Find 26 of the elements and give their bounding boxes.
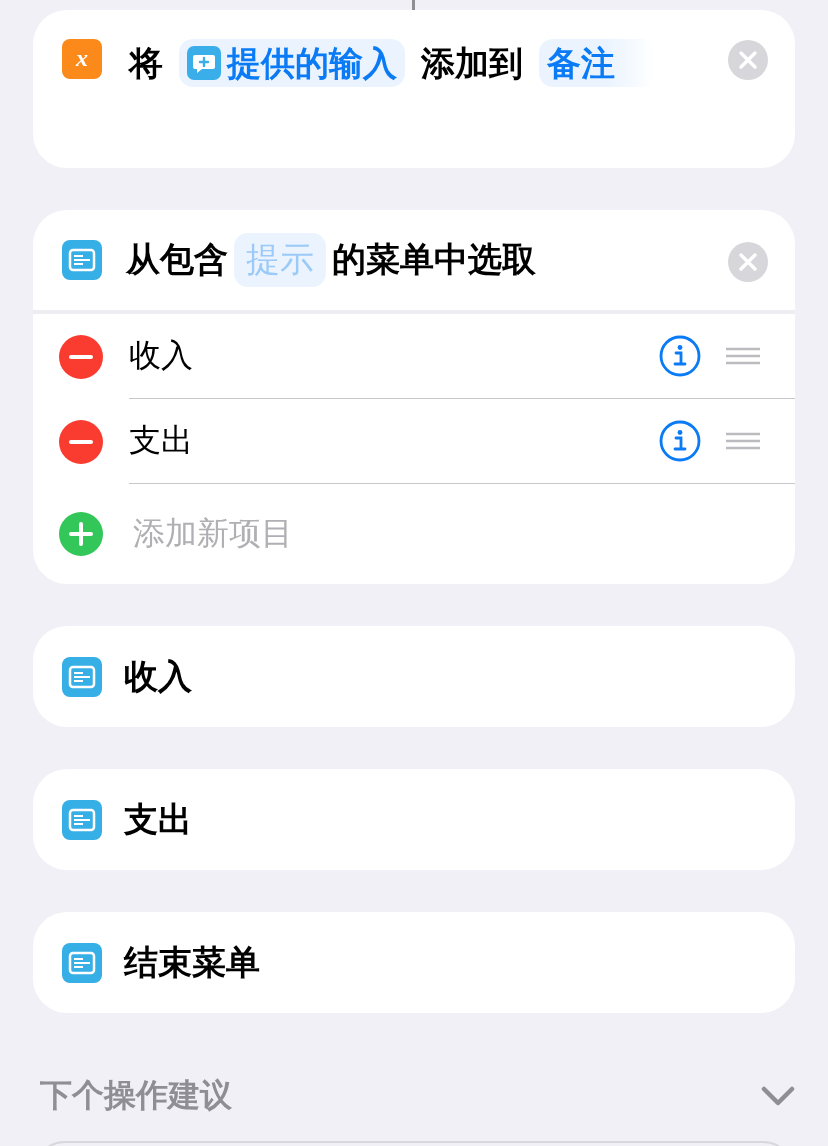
remove-icon[interactable] bbox=[59, 419, 103, 464]
action-text: 的菜单中选取 bbox=[331, 238, 537, 281]
variable-token[interactable]: 提供的输入 bbox=[178, 39, 405, 87]
drag-handle-icon[interactable] bbox=[725, 432, 761, 450]
action-text: 收入 bbox=[123, 654, 192, 698]
menu-item-label[interactable]: 收入 bbox=[129, 334, 659, 378]
remove-icon[interactable] bbox=[59, 334, 103, 379]
drag-handle-icon[interactable] bbox=[725, 347, 761, 365]
menu-icon bbox=[62, 240, 102, 280]
section-title: 下个操作建议 bbox=[40, 1075, 232, 1116]
speech-bubble-icon bbox=[186, 46, 221, 80]
menu-icon bbox=[62, 799, 102, 840]
action-text: 结束菜单 bbox=[122, 940, 260, 984]
action-text: 将 bbox=[127, 43, 164, 83]
action-text: 支出 bbox=[123, 797, 192, 841]
info-icon[interactable] bbox=[659, 420, 701, 462]
menu-icon bbox=[62, 942, 102, 983]
menu-icon bbox=[62, 656, 102, 697]
action-text: 从包含 bbox=[124, 238, 229, 281]
add-icon[interactable] bbox=[59, 512, 103, 556]
action-text: 添加到 bbox=[419, 43, 524, 83]
add-item-button[interactable]: 添加新项目 bbox=[129, 512, 293, 556]
menu-item-label[interactable]: 支出 bbox=[129, 419, 659, 463]
info-icon[interactable] bbox=[659, 335, 701, 377]
chevron-down-icon[interactable] bbox=[761, 1086, 795, 1106]
variable-icon: x bbox=[62, 39, 102, 79]
